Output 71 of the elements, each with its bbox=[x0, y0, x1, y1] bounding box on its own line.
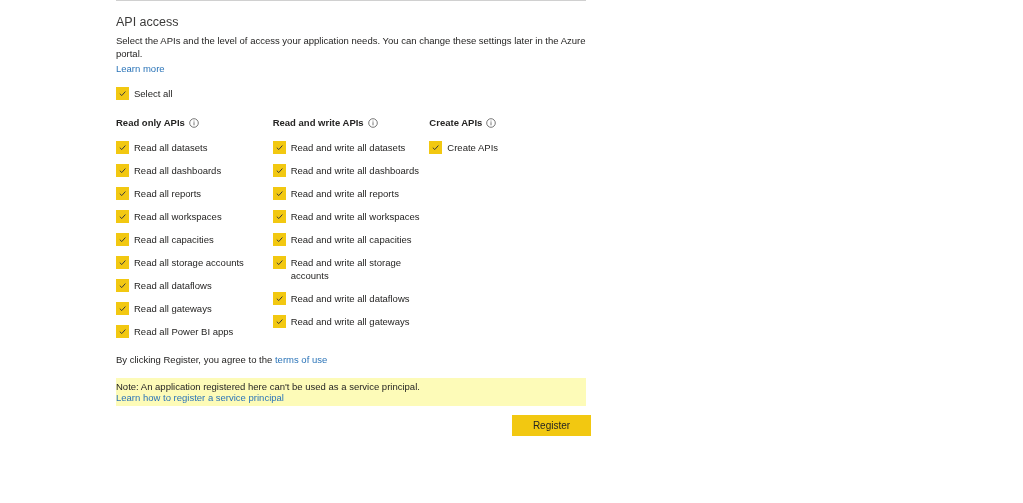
checkbox-label: Read and write all dataflows bbox=[290, 292, 410, 305]
checkbox-label: Read all reports bbox=[134, 187, 202, 200]
checkmark-icon bbox=[431, 143, 441, 152]
checkbox-label: Read all datasets bbox=[134, 141, 208, 154]
checkbox-label: Read and write all datasets bbox=[290, 141, 406, 154]
checkbox-label: Read all capacities bbox=[134, 233, 214, 246]
checkbox[interactable] bbox=[116, 187, 129, 200]
checkbox[interactable] bbox=[116, 279, 129, 292]
checkmark-icon bbox=[274, 294, 284, 303]
checkmark-icon bbox=[118, 143, 127, 152]
checkbox-label: Create APIs bbox=[447, 141, 499, 154]
checkbox[interactable] bbox=[116, 87, 129, 100]
checkbox[interactable] bbox=[116, 325, 129, 338]
checkbox-label: Read all workspaces bbox=[134, 210, 222, 223]
checkbox[interactable] bbox=[116, 164, 129, 177]
checkmark-icon bbox=[274, 189, 284, 198]
checkmark-icon bbox=[118, 327, 127, 336]
register-button[interactable]: Register bbox=[512, 415, 591, 436]
info-icon[interactable] bbox=[486, 117, 497, 128]
info-icon[interactable] bbox=[367, 117, 378, 128]
checkbox[interactable] bbox=[272, 233, 286, 246]
checkbox[interactable] bbox=[116, 141, 129, 154]
checkbox[interactable] bbox=[272, 292, 286, 305]
checkmark-icon bbox=[118, 258, 127, 267]
checkbox-label: Read and write all reports bbox=[290, 187, 399, 200]
checkbox-label: Read all storage accounts bbox=[134, 256, 244, 269]
checkbox-label: Read and write all gateways bbox=[290, 315, 410, 328]
learn-more-link[interactable]: Learn more bbox=[116, 63, 165, 74]
checkbox[interactable] bbox=[116, 210, 129, 223]
checkmark-icon bbox=[274, 212, 284, 221]
checkbox[interactable] bbox=[116, 233, 129, 246]
checkmark-icon bbox=[118, 189, 127, 198]
checkbox[interactable] bbox=[116, 302, 129, 315]
section-title: API access bbox=[116, 15, 180, 29]
checkmark-icon bbox=[118, 281, 127, 290]
checkbox[interactable] bbox=[272, 210, 286, 223]
checkbox[interactable] bbox=[272, 256, 286, 269]
checkmark-icon bbox=[118, 89, 127, 98]
group-heading: Create APIs bbox=[429, 117, 483, 128]
group-heading: Read and write APIs bbox=[272, 117, 364, 128]
checkmark-icon bbox=[274, 235, 284, 244]
checkbox[interactable] bbox=[272, 187, 286, 200]
info-icon[interactable] bbox=[188, 117, 199, 128]
checkbox-label: Read all dataflows bbox=[134, 279, 212, 292]
checkbox-label: Read and write all capacities bbox=[290, 233, 412, 246]
group-heading: Read only APIs bbox=[116, 117, 185, 128]
checkbox-label: Read and write all workspaces bbox=[290, 210, 420, 223]
service-principal-link[interactable]: Learn how to register a service principal bbox=[116, 392, 284, 403]
note-banner: Note: An application registered here can't be used as a service principal. Learn how to register a service principal bbox=[116, 378, 586, 406]
checkbox-label: Read all gateways bbox=[134, 302, 212, 315]
checkmark-icon bbox=[118, 304, 127, 313]
checkmark-icon bbox=[118, 235, 127, 244]
checkmark-icon bbox=[118, 166, 127, 175]
checkmark-icon bbox=[274, 258, 284, 267]
checkbox-label: Read and write all dashboards bbox=[290, 164, 419, 177]
checkmark-icon bbox=[118, 212, 127, 221]
checkbox-label: Read all Power BI apps bbox=[134, 325, 234, 338]
checkbox-label: Read and write all storage accounts bbox=[290, 256, 403, 282]
checkmark-icon bbox=[274, 166, 284, 175]
checkbox-label: Select all bbox=[134, 87, 173, 100]
checkbox[interactable] bbox=[272, 315, 286, 328]
checkmark-icon bbox=[274, 143, 284, 152]
section-description: Select the APIs and the level of access your application needs. You can change these settings later in the Azure portal. bbox=[116, 34, 586, 60]
checkbox[interactable] bbox=[272, 141, 286, 154]
checkbox-label: Read all dashboards bbox=[134, 164, 222, 177]
checkbox[interactable] bbox=[429, 141, 443, 154]
checkbox[interactable] bbox=[116, 256, 129, 269]
terms-text: By clicking Register, you agree to the terms of use bbox=[116, 354, 329, 365]
checkbox[interactable] bbox=[272, 164, 286, 177]
terms-link[interactable]: terms of use bbox=[274, 354, 328, 365]
checkmark-icon bbox=[274, 317, 284, 326]
